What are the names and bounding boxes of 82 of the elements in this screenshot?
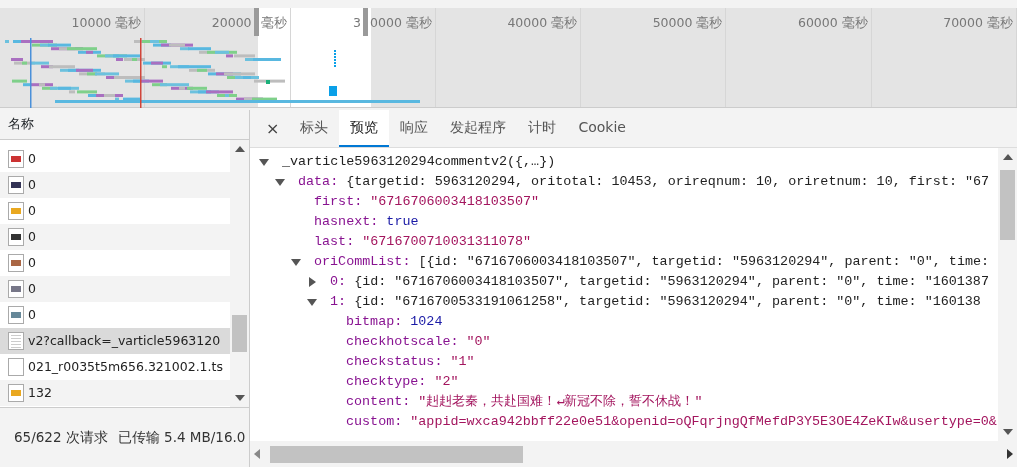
scrollbar-thumb[interactable] bbox=[1000, 170, 1015, 240]
status-text: 已传输 5.4 MB/16.0 bbox=[117, 428, 246, 448]
request-name: 021_r0035t5m656.321002.1.ts bbox=[28, 357, 223, 376]
tab[interactable]: 响应 bbox=[389, 110, 440, 147]
time-tick-label: 50000 毫秒 bbox=[652, 14, 723, 32]
request-row[interactable]: 0 bbox=[0, 198, 230, 224]
request-name: 0 bbox=[28, 305, 36, 324]
tree-label: _varticle5963120294commentv2({,…}) bbox=[282, 152, 556, 171]
tree-entry: last: "6716700710031311078" bbox=[314, 232, 531, 251]
time-tick-label: 毫秒 bbox=[260, 14, 287, 32]
tree-entry: hasnext: true bbox=[314, 212, 419, 231]
image-file-icon bbox=[8, 176, 24, 194]
image-file-icon bbox=[8, 228, 24, 246]
image-file-icon bbox=[8, 306, 24, 324]
scrollbar-thumb[interactable] bbox=[232, 315, 247, 352]
tree-entry: checktype: "2" bbox=[346, 372, 459, 391]
scrollbar[interactable] bbox=[250, 441, 1017, 467]
request-row[interactable]: 132 bbox=[0, 380, 230, 406]
tab[interactable]: 发起程序 bbox=[439, 110, 518, 147]
image-file-icon bbox=[8, 280, 24, 298]
scroll-down-icon bbox=[234, 395, 245, 401]
request-row[interactable]: 0 bbox=[0, 302, 230, 328]
scroll-left-icon bbox=[254, 449, 260, 459]
time-tick-label: 3 bbox=[353, 14, 362, 32]
scroll-up-icon bbox=[1002, 154, 1013, 160]
request-name: 0 bbox=[28, 279, 36, 298]
close-button[interactable]: × bbox=[256, 110, 290, 147]
tree-entry: checkstatus: "1" bbox=[346, 352, 475, 371]
tree-entry: data: {targetid: 5963120294, oritotal: 10453, orireqnum: 10, oriretnum: 10, first: "67 bbox=[298, 172, 990, 191]
image-file-icon bbox=[8, 384, 24, 402]
scrollbar[interactable] bbox=[998, 148, 1017, 441]
image-file-icon bbox=[8, 150, 24, 168]
request-row[interactable]: 0 bbox=[0, 276, 230, 302]
time-tick-label: 20000 bbox=[211, 14, 252, 32]
request-name: 0 bbox=[28, 253, 36, 272]
image-file-icon bbox=[8, 254, 24, 272]
time-tick-label: 70000 毫秒 bbox=[943, 14, 1013, 32]
document-icon bbox=[8, 332, 24, 350]
request-row[interactable]: 0 bbox=[0, 224, 230, 250]
tree-entry: checkhotscale: "0" bbox=[346, 332, 491, 351]
tree-entry: custom: "appid=wxca942bbff22e0e51&openid=oQFqrjngQfMefdP3Y5E3OE4ZeKIw&usertype=0& bbox=[346, 412, 997, 431]
time-tick-label: 40000 毫秒 bbox=[507, 14, 578, 32]
request-name: v2?callback=_varticle5963120 bbox=[28, 331, 221, 350]
range-handle[interactable] bbox=[253, 8, 259, 36]
collapse-triangle-icon[interactable] bbox=[258, 156, 270, 168]
blank-file-icon bbox=[8, 358, 24, 376]
collapse-triangle-icon[interactable] bbox=[290, 256, 302, 268]
tree-entry: first: "6716706003418103507" bbox=[314, 192, 539, 211]
scroll-right-icon bbox=[1007, 449, 1013, 459]
request-row[interactable]: 0 bbox=[0, 250, 230, 276]
scroll-down-icon bbox=[1002, 429, 1013, 435]
tree-entry: bitmap: 1024 bbox=[346, 312, 443, 331]
collapse-triangle-icon[interactable] bbox=[274, 176, 286, 188]
time-tick-label: 60000 毫秒 bbox=[797, 14, 868, 32]
request-row[interactable]: 0 bbox=[0, 146, 230, 172]
scrollbar-thumb[interactable] bbox=[270, 445, 523, 463]
collapse-triangle-icon[interactable] bbox=[306, 296, 318, 308]
request-name: 132 bbox=[28, 383, 52, 402]
time-tick-label: 0000 毫秒 bbox=[370, 14, 432, 32]
request-row[interactable]: 021_r0035t5m656.321002.1.ts bbox=[0, 354, 230, 380]
request-name: 0 bbox=[28, 227, 36, 246]
expand-triangle-icon[interactable] bbox=[306, 276, 318, 288]
tree-entry: content: "赳赳老秦，共赴国难！↵新冠不除，誓不休战！" bbox=[346, 392, 703, 411]
tab[interactable]: 计时 bbox=[517, 110, 568, 147]
tab[interactable]: 标头 bbox=[289, 110, 340, 147]
column-header[interactable]: 名称 bbox=[0, 110, 249, 140]
scroll-up-icon bbox=[234, 146, 245, 152]
tab[interactable]: Cookie bbox=[567, 110, 637, 147]
request-name: 0 bbox=[28, 149, 36, 168]
status-text: 65/622 次请求 bbox=[14, 428, 108, 448]
tree-entry: oriCommList: [{id: "6716706003418103507", targetid: "5963120294", parent: "0", time: bbox=[314, 252, 990, 271]
scrollbar[interactable] bbox=[230, 140, 249, 407]
request-name: 0 bbox=[28, 175, 36, 194]
tree-entry: 1: {id: "6716700533191061258", targetid: "5963120294", parent: "0", time: "160138 bbox=[330, 292, 981, 311]
range-handle[interactable] bbox=[363, 8, 369, 36]
request-row[interactable]: v2?callback=_varticle5963120 bbox=[0, 328, 230, 354]
time-tick-label: 10000 毫秒 bbox=[71, 14, 142, 32]
tab[interactable]: 预览 bbox=[339, 110, 390, 147]
request-name: 0 bbox=[28, 201, 36, 220]
tree-entry: 0: {id: "6716706003418103507", targetid: "5963120294", parent: "0", time: "1601387 bbox=[330, 272, 989, 291]
request-row[interactable]: 0 bbox=[0, 172, 230, 198]
image-file-icon bbox=[8, 202, 24, 220]
